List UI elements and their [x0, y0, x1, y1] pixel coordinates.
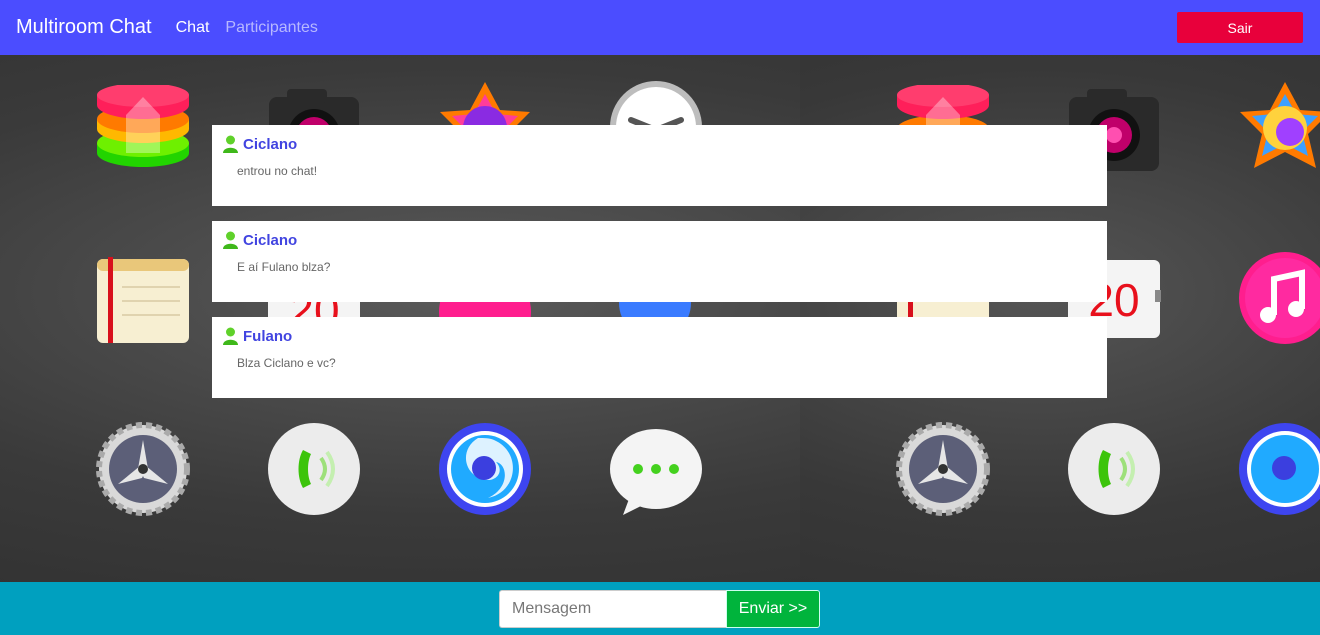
notes-icon [97, 257, 189, 343]
settings-gear-icon [896, 422, 990, 516]
phone-icon [268, 423, 360, 515]
send-button[interactable]: Enviar >> [726, 590, 820, 628]
chat-message: Ciclano E aí Fulano blza? [212, 221, 1107, 302]
phone-icon [1068, 423, 1160, 515]
photos-icon [1240, 82, 1320, 168]
music-icon [1239, 252, 1320, 344]
chat-message: Ciclano entrou no chat! [212, 125, 1107, 206]
navbar: Multiroom Chat Chat Participantes Sair [0, 0, 1320, 55]
user-icon [223, 135, 238, 153]
message-input[interactable] [499, 590, 726, 628]
chat-message: Fulano Blza Ciclano e vc? [212, 317, 1107, 398]
settings-gear-icon [96, 422, 190, 516]
nav-link-participantes[interactable]: Participantes [225, 19, 318, 37]
user-icon [223, 327, 238, 345]
message-author: Fulano [243, 327, 293, 345]
chat-messages: Ciclano entrou no chat! Ciclano E aí Ful… [212, 125, 1107, 413]
user-icon [223, 231, 238, 249]
logout-button[interactable]: Sair [1177, 12, 1303, 43]
message-text: Blza Ciclano e vc? [237, 356, 336, 370]
message-author: Ciclano [243, 231, 298, 249]
messages-icon [610, 429, 702, 515]
message-footer: Enviar >> [0, 582, 1320, 635]
brand-title[interactable]: Multiroom Chat [16, 16, 152, 39]
stack-app-icon [97, 85, 189, 167]
message-author: Ciclano [243, 135, 298, 153]
browser-icon [439, 423, 531, 515]
browser-icon [1239, 423, 1320, 515]
message-text: E aí Fulano blza? [237, 260, 331, 274]
nav-link-chat[interactable]: Chat [176, 19, 210, 37]
message-text: entrou no chat! [237, 164, 318, 178]
